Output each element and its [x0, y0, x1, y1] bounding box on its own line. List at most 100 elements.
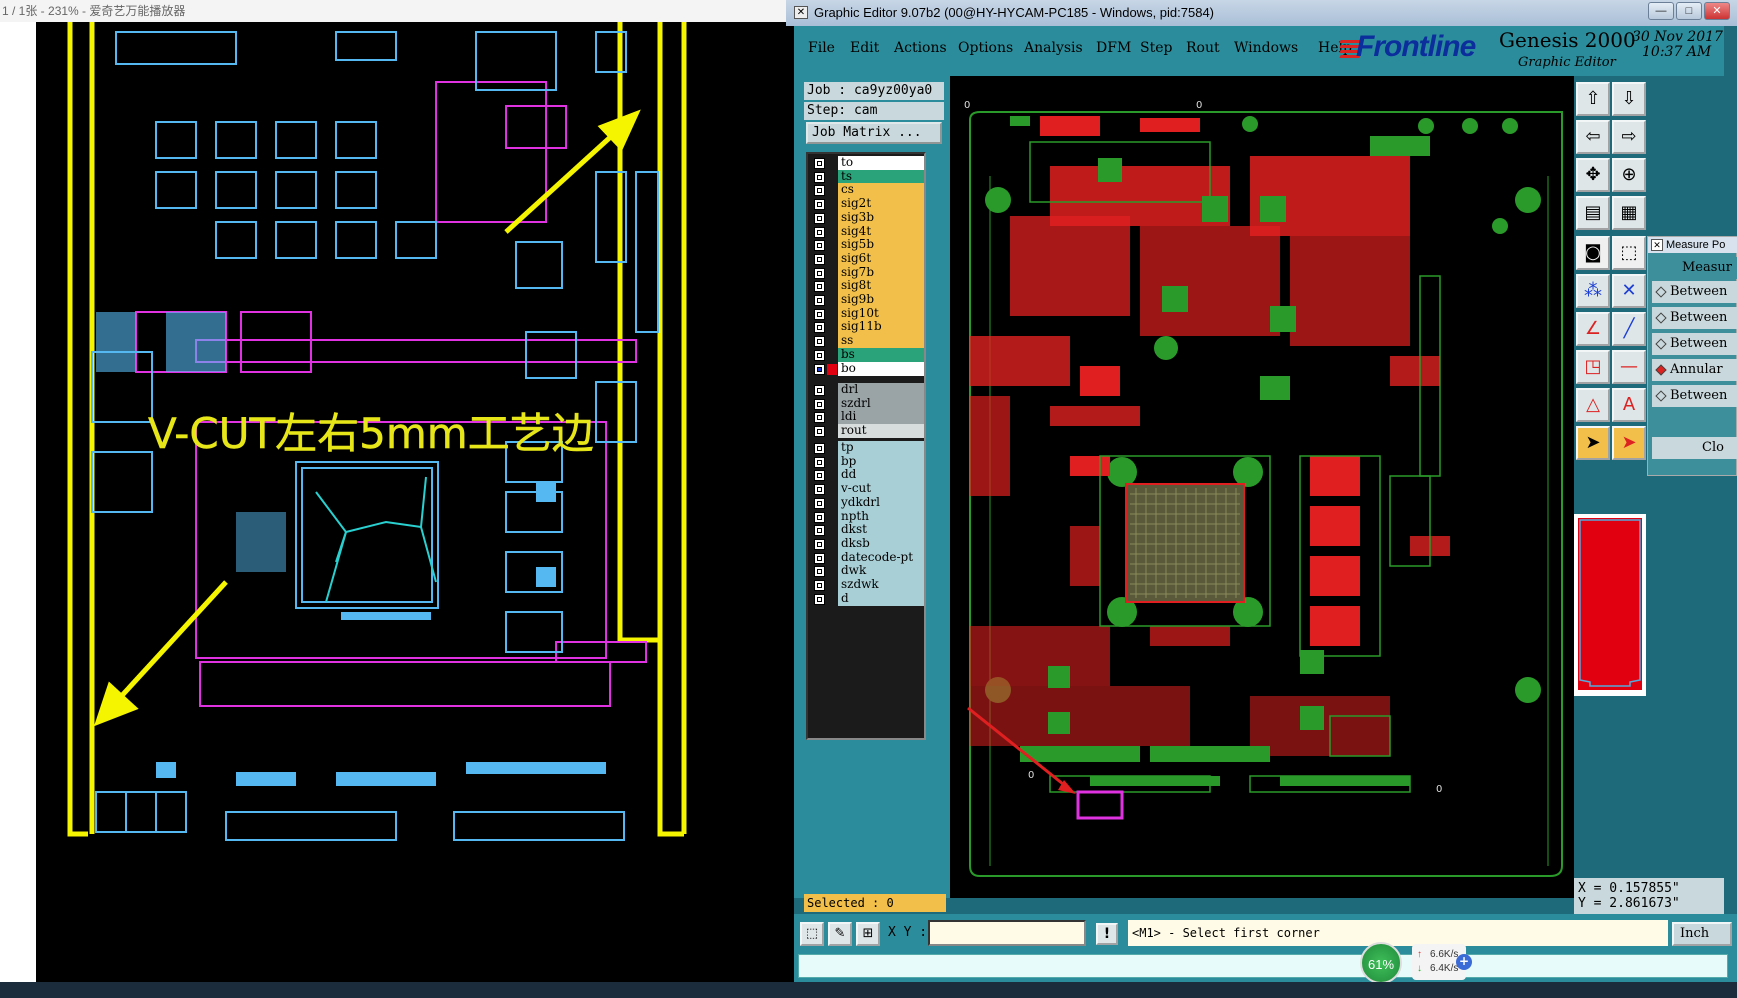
menu-rout[interactable]: Rout: [1186, 40, 1220, 56]
menu-options[interactable]: Options: [958, 40, 1013, 56]
layer-row-dksb[interactable]: dksb: [810, 536, 924, 551]
home-up-icon[interactable]: ⇧: [1576, 82, 1610, 116]
layer-checkbox[interactable]: [814, 398, 825, 410]
layer-row-bs[interactable]: bs: [810, 347, 924, 362]
viewer-image-canvas[interactable]: V-CUT左右5mm工艺边: [36, 22, 786, 982]
zoom-fit-icon[interactable]: ✥: [1576, 158, 1610, 192]
layer-checkbox[interactable]: [814, 336, 825, 348]
slash-line-icon[interactable]: ╱: [1612, 312, 1646, 346]
layer-display-icon[interactable]: ▤: [1576, 196, 1610, 230]
layer-list[interactable]: to ts cs sig2t sig3b sig4t sig5b sig6t sig7b sig8…: [806, 152, 926, 740]
layer-checkbox[interactable]: [814, 185, 825, 197]
grid-snap-icon[interactable]: ⊞: [856, 922, 880, 946]
layer-row-bp[interactable]: bp: [810, 454, 924, 469]
menu-windows[interactable]: Windows: [1234, 40, 1298, 56]
measure-option-2[interactable]: Between: [1652, 333, 1737, 355]
layer-row-ldi[interactable]: ldi: [810, 410, 924, 425]
layer-checkbox[interactable]: [814, 385, 825, 396]
angle-measure-icon[interactable]: ∠: [1576, 312, 1610, 346]
layer-row-d[interactable]: d: [810, 591, 924, 606]
triangle-icon[interactable]: △: [1576, 388, 1610, 422]
alert-button[interactable]: !: [1096, 923, 1118, 945]
layer-checkbox[interactable]: [814, 158, 825, 169]
layer-checkbox[interactable]: [814, 443, 825, 454]
layer-row-rout[interactable]: rout: [810, 424, 924, 439]
layer-checkbox[interactable]: [814, 308, 825, 320]
point-select-icon[interactable]: ◳: [1576, 350, 1610, 384]
layer-row-npth[interactable]: npth: [810, 509, 924, 524]
layer-row-bo[interactable]: bo: [810, 361, 924, 376]
layer-checkbox[interactable]: [814, 456, 825, 468]
layer-checkbox[interactable]: [814, 253, 825, 265]
layer-checkbox[interactable]: [814, 566, 825, 578]
minimize-button[interactable]: —: [1648, 2, 1674, 20]
layer-checkbox[interactable]: [814, 552, 825, 564]
layer-checkbox[interactable]: [814, 426, 825, 438]
measure-option-0[interactable]: Between: [1652, 281, 1737, 303]
mini-map-frame[interactable]: [1574, 514, 1646, 696]
layer-checkbox[interactable]: [814, 199, 825, 211]
menu-actions[interactable]: Actions: [894, 40, 947, 56]
measure-close-icon[interactable]: ✕: [1651, 239, 1663, 251]
delete-x-icon[interactable]: ✕: [1612, 274, 1646, 308]
close-button[interactable]: ✕: [1704, 2, 1730, 20]
layer-checkbox[interactable]: [814, 240, 825, 252]
xy-input[interactable]: [928, 920, 1086, 946]
window-close-x-icon[interactable]: ✕: [794, 6, 808, 19]
measure-option-1[interactable]: Between: [1652, 307, 1737, 329]
layer-row-sig2t[interactable]: sig2t: [810, 197, 924, 212]
layer-row-to[interactable]: to: [810, 156, 924, 170]
transform-icon[interactable]: ⬚: [1612, 236, 1646, 270]
measure-option-3[interactable]: Annular: [1652, 359, 1737, 381]
layer-row-ts[interactable]: ts: [810, 169, 924, 184]
add-plus-icon[interactable]: +: [1456, 954, 1472, 970]
pointer-icon[interactable]: ➤: [1576, 426, 1610, 460]
layer-checkbox[interactable]: [814, 226, 825, 238]
menu-analysis[interactable]: Analysis: [1024, 40, 1083, 56]
genesis-title-bar[interactable]: ✕ Graphic Editor 9.07b2 (00@HY-HYCAM-PC1…: [786, 0, 1737, 26]
pointer-red-icon[interactable]: ➤: [1612, 426, 1646, 460]
connect-points-icon[interactable]: ⁂: [1576, 274, 1610, 308]
layer-row-szdrl[interactable]: szdrl: [810, 396, 924, 411]
layer-checkbox[interactable]: [814, 349, 825, 361]
layer-row-datecode-pt[interactable]: datecode-pt: [810, 550, 924, 565]
menu-edit[interactable]: Edit: [850, 40, 879, 56]
menu-dfm[interactable]: DFM: [1096, 40, 1131, 56]
layer-checkbox[interactable]: [814, 322, 825, 334]
layer-checkbox[interactable]: [814, 538, 825, 550]
graphics-area[interactable]: 0 0 0 0: [950, 76, 1574, 898]
layer-checkbox[interactable]: [814, 212, 825, 224]
layer-checkbox[interactable]: [814, 484, 825, 496]
measure-close-button[interactable]: Clo: [1652, 437, 1737, 459]
menu-file[interactable]: File: [808, 40, 835, 56]
layer-checkbox[interactable]: [814, 171, 825, 183]
unit-selector[interactable]: Inch: [1672, 922, 1732, 946]
viewer-title-bar[interactable]: 1 / 1张 - 231% - 爱奇艺万能播放器: [0, 0, 786, 22]
layer-row-drl[interactable]: drl: [810, 383, 924, 397]
snap-icon[interactable]: ⬚: [800, 922, 824, 946]
layer-row-ss[interactable]: ss: [810, 334, 924, 349]
menu-step[interactable]: Step: [1140, 40, 1172, 56]
measure-dialog-title[interactable]: ✕ Measure Po: [1648, 237, 1737, 253]
pan-right-icon[interactable]: ⇨: [1612, 120, 1646, 154]
layer-row-sig9b[interactable]: sig9b: [810, 293, 924, 307]
edit-pen-icon[interactable]: ✎: [828, 922, 852, 946]
network-monitor-widget[interactable]: 61% ↑ ↓ 6.6K/s 6.4K/s +: [1360, 942, 1472, 984]
grid-icon[interactable]: ▦: [1612, 196, 1646, 230]
layer-checkbox[interactable]: [814, 363, 825, 375]
layer-checkbox[interactable]: [814, 267, 825, 279]
zoom-center-icon[interactable]: ⊕: [1612, 158, 1646, 192]
layer-checkbox[interactable]: [814, 281, 825, 293]
pan-down-icon[interactable]: ⇩: [1612, 82, 1646, 116]
pan-left-icon[interactable]: ⇦: [1576, 120, 1610, 154]
measure-option-4[interactable]: Between: [1652, 385, 1737, 407]
layer-checkbox[interactable]: [814, 470, 825, 482]
layer-checkbox[interactable]: [814, 580, 825, 591]
line-measure-icon[interactable]: —: [1612, 350, 1646, 384]
layer-checkbox[interactable]: [814, 412, 825, 424]
layer-row-sig3b[interactable]: sig3b: [810, 210, 924, 225]
layer-row-tp[interactable]: tp: [810, 441, 924, 455]
layer-checkbox[interactable]: [814, 525, 825, 537]
layer-checkbox[interactable]: [814, 497, 825, 509]
layer-checkbox[interactable]: [814, 511, 825, 523]
